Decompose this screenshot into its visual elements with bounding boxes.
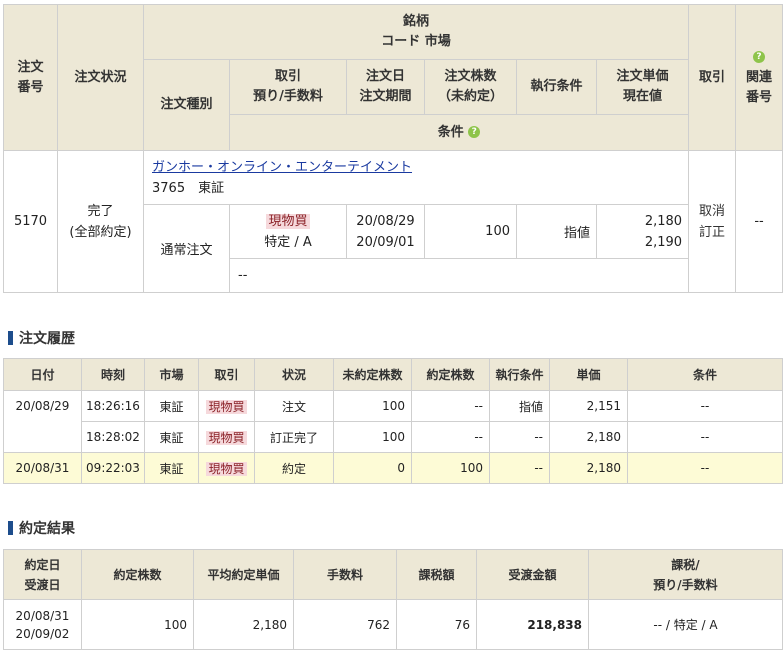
trade-type-badge: 現物買	[266, 213, 310, 229]
history-section-title: 注文履歴	[8, 328, 75, 348]
history-unfilled: 100	[333, 390, 412, 422]
exec-date-cell: 20/08/31 20/09/02	[3, 599, 82, 650]
exec-header-fee: 手数料	[293, 549, 397, 600]
header-related-no: ? 関連 番号	[735, 4, 784, 151]
stock-name-link[interactable]: ガンホー・オンライン・エンターテイメント	[152, 160, 412, 175]
history-status: 注文	[254, 390, 334, 422]
exec-header-amount: 受渡金額	[476, 549, 589, 600]
history-header-cond: 執行条件	[489, 358, 550, 391]
header-stock: 銘柄 コード 市場	[142, 4, 690, 60]
history-table: 日付 時刻 市場 取引 状況 未約定株数 約定株数 執行条件 単価 条件 20/…	[3, 358, 783, 484]
history-condition: --	[627, 390, 783, 422]
header-exec-cond: 執行条件	[516, 59, 597, 115]
history-date: 20/08/31	[3, 452, 82, 484]
header-price: 注文単価 現在値	[595, 59, 690, 115]
header-condition: 条件 ?	[228, 114, 690, 151]
header-status: 注文状況	[57, 4, 144, 151]
exec-header-date: 約定日 受渡日	[3, 549, 82, 600]
order-exec-cond: 指値	[516, 204, 597, 259]
order-date-cell: 20/08/29 20/09/01	[346, 204, 425, 259]
order-type: 通常注文	[143, 204, 230, 293]
execution-section-title: 約定結果	[8, 518, 75, 538]
related-no: --	[735, 150, 784, 293]
history-market: 東証	[144, 452, 199, 484]
exec-header-qty: 約定株数	[81, 549, 194, 600]
history-filled: --	[411, 390, 490, 422]
order-actions: 取消 訂正	[688, 150, 737, 293]
order-no: 5170	[3, 150, 58, 293]
table-row: 20/08/31 09:22:03 東証 現物買 約定 0 100 -- 2,1…	[3, 452, 783, 484]
history-date: 20/08/29	[3, 390, 82, 453]
exec-avg-price: 2,180	[193, 599, 294, 650]
history-time: 18:26:16	[81, 390, 145, 422]
history-header-condition: 条件	[627, 358, 783, 391]
section-bar-icon	[8, 521, 13, 535]
history-trade: 現物買	[198, 452, 255, 484]
header-order-no: 注文 番号	[3, 4, 58, 151]
account-type: 特定 / A	[264, 234, 312, 250]
order-qty: 100	[424, 204, 517, 259]
order-price-cell: 2,180 2,190	[595, 204, 690, 259]
header-order-type: 注文種別	[143, 59, 230, 151]
exec-tax: 76	[396, 599, 477, 650]
cancel-link[interactable]: 取消	[689, 201, 735, 222]
history-header-status: 状況	[254, 358, 334, 391]
exec-header-tax: 課税額	[396, 549, 477, 600]
header-trade: 取引 預り/手数料	[229, 59, 347, 115]
exec-taxation: -- / 特定 / A	[588, 599, 783, 650]
history-header-price: 単価	[549, 358, 628, 391]
table-row: 18:28:02 東証 現物買 訂正完了 100 -- -- 2,180 --	[4, 421, 783, 453]
history-header-time: 時刻	[81, 358, 145, 391]
exec-header-avg-price: 平均約定単価	[193, 549, 294, 600]
history-market: 東証	[144, 421, 199, 453]
history-condition: --	[627, 421, 783, 453]
history-price: 2,180	[549, 452, 628, 484]
history-header-market: 市場	[144, 358, 199, 391]
history-unfilled: 0	[333, 452, 412, 484]
help-icon[interactable]: ?	[468, 126, 481, 138]
history-cond: 指値	[489, 390, 550, 422]
header-qty: 注文株数 （未約定）	[424, 59, 517, 115]
history-trade: 現物買	[198, 421, 255, 453]
history-header-filled: 約定株数	[411, 358, 490, 391]
order-condition: --	[228, 258, 690, 293]
trade-cell: 現物買 特定 / A	[229, 204, 347, 259]
header-order-date: 注文日 注文期間	[346, 59, 425, 115]
order-status: 完了 (全部約定)	[57, 150, 144, 293]
history-trade: 現物買	[198, 390, 255, 422]
exec-qty: 100	[81, 599, 194, 650]
section-bar-icon	[8, 331, 13, 345]
exec-amount: 218,838	[476, 599, 589, 650]
history-price: 2,151	[549, 390, 628, 422]
history-unfilled: 100	[333, 421, 412, 453]
history-header-date: 日付	[3, 358, 82, 391]
execution-table: 約定日 受渡日 約定株数 平均約定単価 手数料 課税額 受渡金額 課税/預り/手数…	[3, 549, 783, 650]
history-cond: --	[489, 452, 550, 484]
history-status: 約定	[254, 452, 334, 484]
history-time: 18:28:02	[81, 421, 145, 453]
header-action: 取引	[688, 4, 737, 151]
history-header-trade: 取引	[198, 358, 255, 391]
exec-header-taxation: 課税/預り/手数料	[588, 549, 783, 600]
history-price: 2,180	[549, 421, 628, 453]
exec-fee: 762	[293, 599, 397, 650]
history-filled: 100	[411, 452, 490, 484]
help-icon[interactable]: ?	[753, 51, 766, 63]
history-time: 09:22:03	[81, 452, 145, 484]
history-status: 訂正完了	[254, 421, 334, 453]
stock-code-market: 3765 東証	[152, 180, 225, 196]
history-condition: --	[627, 452, 783, 484]
history-market: 東証	[144, 390, 199, 422]
stock-cell: ガンホー・オンライン・エンターテイメント 3765 東証	[142, 150, 690, 205]
history-filled: --	[411, 421, 490, 453]
table-row: 20/08/31 20/09/02 100 2,180 762 76 218,8…	[3, 599, 783, 650]
table-row: 20/08/29 18:26:16 東証 現物買 注文 100 -- 指値 2,…	[3, 390, 783, 453]
history-cond: --	[489, 421, 550, 453]
history-header-unfilled: 未約定株数	[333, 358, 412, 391]
modify-link[interactable]: 訂正	[689, 222, 735, 243]
order-table: 注文 番号 注文状況 銘柄 コード 市場 取引 ? 関連 番号 注文種別 取引 預り/手…	[3, 4, 784, 293]
